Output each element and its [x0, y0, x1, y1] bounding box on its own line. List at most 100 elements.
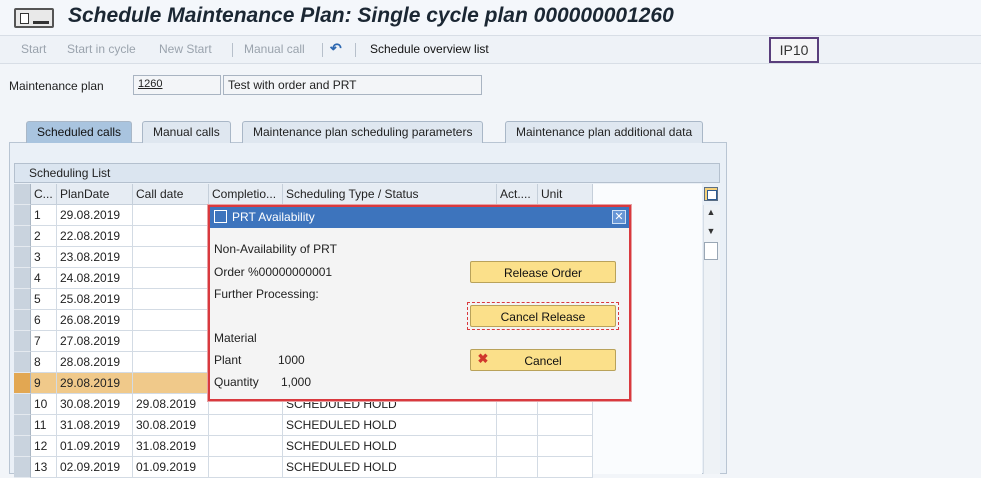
- table-cell[interactable]: [133, 247, 209, 268]
- table-cell[interactable]: [538, 415, 593, 436]
- table-cell[interactable]: 25.08.2019: [57, 289, 133, 310]
- row-selector[interactable]: [14, 415, 31, 436]
- col-header-counter[interactable]: C...: [31, 184, 57, 205]
- row-selector[interactable]: [14, 226, 31, 247]
- row-selector[interactable]: [14, 289, 31, 310]
- table-cell[interactable]: SCHEDULED HOLD: [283, 457, 497, 478]
- table-cell[interactable]: [209, 415, 283, 436]
- row-selector[interactable]: [14, 331, 31, 352]
- table-cell[interactable]: [133, 289, 209, 310]
- col-header-activity[interactable]: Act....: [497, 184, 538, 205]
- table-cell[interactable]: [497, 457, 538, 478]
- table-cell[interactable]: 30.08.2019: [57, 394, 133, 415]
- table-cell[interactable]: [133, 331, 209, 352]
- table-cell[interactable]: 11: [31, 415, 57, 436]
- prt-availability-dialog: PRT Availability ✕ Non-Availability of P…: [208, 205, 631, 401]
- table-cell[interactable]: 13: [31, 457, 57, 478]
- cancel-release-button[interactable]: Cancel Release: [470, 305, 616, 327]
- col-header-plan-date[interactable]: PlanDate: [57, 184, 133, 205]
- table-cell[interactable]: 22.08.2019: [57, 226, 133, 247]
- table-cell[interactable]: 8: [31, 352, 57, 373]
- table-cell[interactable]: 4: [31, 268, 57, 289]
- table-cell[interactable]: [497, 415, 538, 436]
- table-cell[interactable]: 29.08.2019: [57, 205, 133, 226]
- row-selector[interactable]: [14, 205, 31, 226]
- table-cell[interactable]: 01.09.2019: [133, 457, 209, 478]
- plant-value: 1000: [278, 353, 305, 367]
- table-cell[interactable]: 24.08.2019: [57, 268, 133, 289]
- table-cell[interactable]: SCHEDULED HOLD: [283, 415, 497, 436]
- tab-manual-calls[interactable]: Manual calls: [142, 121, 231, 143]
- release-order-button[interactable]: Release Order: [470, 261, 616, 283]
- tab-additional-data[interactable]: Maintenance plan additional data: [505, 121, 704, 143]
- grid-settings-icon[interactable]: [704, 187, 718, 201]
- table-cell[interactable]: [133, 373, 209, 394]
- table-cell[interactable]: 29.08.2019: [57, 373, 133, 394]
- cancel-button[interactable]: ✖ Cancel: [470, 349, 616, 371]
- scrollbar-thumb[interactable]: [704, 242, 718, 260]
- scheduling-list-header: Scheduling List: [14, 163, 720, 183]
- start-button[interactable]: Start: [21, 42, 46, 56]
- table-cell[interactable]: 23.08.2019: [57, 247, 133, 268]
- schedule-overview-list-button[interactable]: Schedule overview list: [370, 42, 489, 56]
- manual-call-button[interactable]: Manual call: [244, 42, 305, 56]
- row-selector[interactable]: [14, 268, 31, 289]
- undo-icon[interactable]: ↶: [330, 41, 346, 55]
- toolbar-separator: [232, 43, 233, 57]
- table-cell[interactable]: 7: [31, 331, 57, 352]
- col-header-completion[interactable]: Completio...: [209, 184, 283, 205]
- col-header-scheduling-status[interactable]: Scheduling Type / Status: [283, 184, 497, 205]
- tab-scheduled-calls[interactable]: Scheduled calls: [26, 121, 133, 143]
- select-all-rows-button[interactable]: [14, 184, 31, 205]
- maintenance-plan-description-field: Test with order and PRT: [223, 75, 482, 95]
- table-cell[interactable]: 30.08.2019: [133, 415, 209, 436]
- order-text: Order %00000000001: [214, 265, 333, 279]
- table-cell[interactable]: SCHEDULED HOLD: [283, 436, 497, 457]
- table-cell[interactable]: [209, 436, 283, 457]
- table-cell[interactable]: 3: [31, 247, 57, 268]
- table-cell[interactable]: 26.08.2019: [57, 310, 133, 331]
- table-cell[interactable]: 31.08.2019: [57, 415, 133, 436]
- row-selector[interactable]: [14, 436, 31, 457]
- table-cell[interactable]: [133, 268, 209, 289]
- table-cell[interactable]: [538, 457, 593, 478]
- table-cell[interactable]: 10: [31, 394, 57, 415]
- row-selector[interactable]: [14, 457, 31, 478]
- maintenance-plan-number-field[interactable]: 1260: [133, 75, 221, 95]
- cancel-x-icon: ✖: [477, 351, 489, 366]
- scroll-down-arrow-icon[interactable]: ▼: [703, 226, 719, 240]
- transaction-menu-icon[interactable]: [14, 8, 54, 28]
- table-cell[interactable]: 29.08.2019: [133, 394, 209, 415]
- row-selector[interactable]: [14, 247, 31, 268]
- table-cell[interactable]: [209, 457, 283, 478]
- table-cell[interactable]: [133, 352, 209, 373]
- scroll-up-arrow-icon[interactable]: ▲: [703, 207, 719, 221]
- table-cell[interactable]: 31.08.2019: [133, 436, 209, 457]
- table-cell[interactable]: 02.09.2019: [57, 457, 133, 478]
- row-selector[interactable]: [14, 310, 31, 331]
- table-cell[interactable]: 9: [31, 373, 57, 394]
- table-cell[interactable]: [497, 436, 538, 457]
- table-cell[interactable]: [133, 310, 209, 331]
- table-cell[interactable]: 12: [31, 436, 57, 457]
- col-header-unit[interactable]: Unit: [538, 184, 593, 205]
- new-start-button[interactable]: New Start: [159, 42, 212, 56]
- close-icon[interactable]: ✕: [612, 210, 626, 224]
- table-cell[interactable]: 27.08.2019: [57, 331, 133, 352]
- table-cell[interactable]: 5: [31, 289, 57, 310]
- table-cell[interactable]: [133, 226, 209, 247]
- row-selector[interactable]: [14, 394, 31, 415]
- row-selector[interactable]: [14, 373, 31, 394]
- table-cell[interactable]: [133, 205, 209, 226]
- dialog-window-icon: [214, 210, 227, 223]
- table-cell[interactable]: 28.08.2019: [57, 352, 133, 373]
- start-in-cycle-button[interactable]: Start in cycle: [67, 42, 136, 56]
- table-cell[interactable]: 6: [31, 310, 57, 331]
- table-cell[interactable]: 2: [31, 226, 57, 247]
- table-cell[interactable]: 01.09.2019: [57, 436, 133, 457]
- tab-scheduling-parameters[interactable]: Maintenance plan scheduling parameters: [242, 121, 484, 143]
- table-cell[interactable]: [538, 436, 593, 457]
- table-cell[interactable]: 1: [31, 205, 57, 226]
- col-header-call-date[interactable]: Call date: [133, 184, 209, 205]
- row-selector[interactable]: [14, 352, 31, 373]
